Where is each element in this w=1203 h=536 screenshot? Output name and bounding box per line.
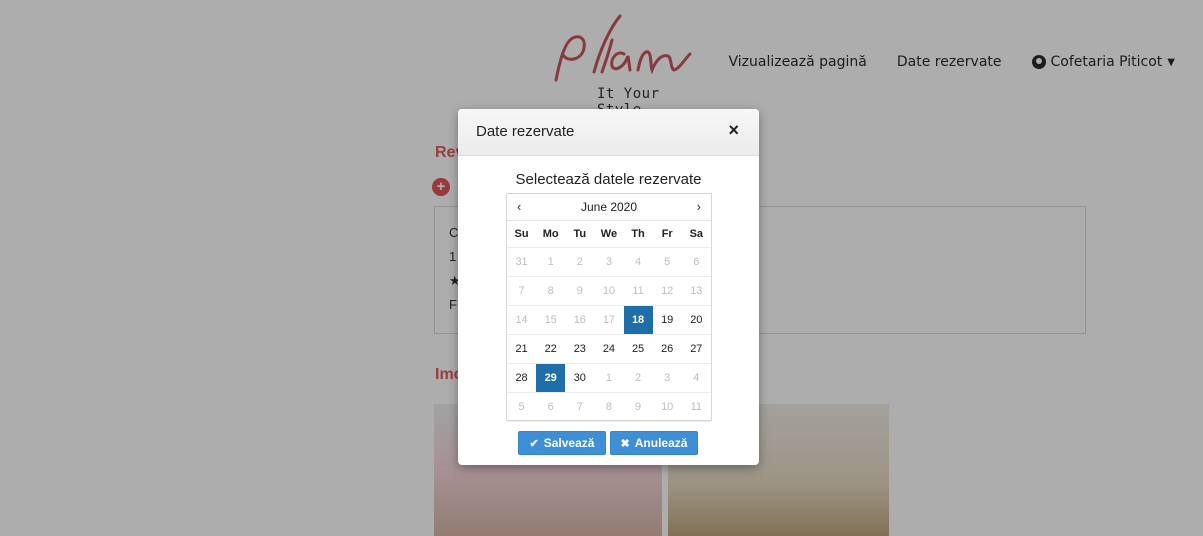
weekday-label: Sa: [689, 228, 704, 240]
weekday-label: Su: [514, 228, 529, 240]
modal-title: Date rezervate: [476, 123, 575, 140]
calendar-day[interactable]: 4: [682, 364, 711, 392]
weekday-label: Th: [631, 228, 645, 240]
calendar-day[interactable]: 31: [507, 248, 536, 276]
calendar-day[interactable]: 13: [682, 277, 711, 305]
calendar-week-row: 28 29 30 1 2 3 4: [507, 364, 711, 393]
calendar-day[interactable]: 6: [682, 248, 711, 276]
check-icon: ✔: [529, 437, 539, 450]
cancel-button-label: Anulează: [634, 436, 688, 450]
calendar-day[interactable]: 1: [594, 364, 623, 392]
calendar-day[interactable]: 25: [624, 335, 653, 363]
calendar-grid: Su Mo Tu We Th Fr Sa 31 1 2 3 4 5 6 7 8 9 10 11 12 13…: [507, 221, 711, 422]
weekday-label: We: [600, 228, 618, 240]
calendar-day[interactable]: 1: [536, 248, 565, 276]
calendar-day[interactable]: 18: [623, 306, 653, 334]
calendar-day[interactable]: 20: [682, 306, 711, 334]
calendar-day[interactable]: 23: [565, 335, 594, 363]
calendar-day[interactable]: 2: [624, 364, 653, 392]
calendar-day[interactable]: 3: [653, 364, 682, 392]
calendar-day[interactable]: 24: [594, 335, 623, 363]
calendar-day[interactable]: 3: [594, 248, 623, 276]
save-button-label: Salvează: [543, 436, 595, 450]
modal-subtitle: Selectează datele rezervate: [515, 171, 702, 188]
modal-header: Date rezervate ×: [458, 109, 759, 156]
calendar-week-row: 21 22 23 24 25 26 27: [507, 335, 711, 364]
calendar-month-label[interactable]: June 2020: [507, 200, 711, 214]
close-icon: ✖: [620, 437, 630, 450]
calendar-day[interactable]: 21: [507, 335, 536, 363]
calendar-week-row: 5 6 7 8 9 10 11: [507, 393, 711, 422]
calendar-day[interactable]: 6: [536, 393, 565, 421]
calendar-day[interactable]: 9: [624, 393, 653, 421]
cancel-button[interactable]: ✖ Anulează: [610, 431, 698, 455]
calendar-week-row: 31 1 2 3 4 5 6: [507, 248, 711, 277]
weekday-label: Tu: [573, 228, 587, 240]
calendar-day[interactable]: 10: [594, 277, 623, 305]
calendar-day[interactable]: 10: [653, 393, 682, 421]
calendar-day[interactable]: 28: [507, 364, 536, 392]
date-picker: ‹ June 2020 › Su Mo Tu We Th Fr Sa 31 1 2 3…: [506, 193, 712, 422]
calendar-day[interactable]: 29: [536, 364, 566, 392]
calendar-day[interactable]: 22: [536, 335, 565, 363]
calendar-day[interactable]: 17: [594, 306, 623, 334]
calendar-day[interactable]: 11: [624, 277, 653, 305]
calendar-day[interactable]: 8: [594, 393, 623, 421]
calendar-day[interactable]: 12: [653, 277, 682, 305]
calendar-day[interactable]: 30: [565, 364, 594, 392]
next-month-icon[interactable]: ›: [697, 199, 701, 214]
calendar-day[interactable]: 2: [565, 248, 594, 276]
calendar-day[interactable]: 19: [653, 306, 682, 334]
calendar-week-row: 7 8 9 10 11 12 13: [507, 277, 711, 306]
save-button[interactable]: ✔ Salvează: [518, 431, 606, 455]
calendar-week-row: 14 15 16 17 18 19 20: [507, 306, 711, 335]
page: It Your Style Vizualizează pagină Date r…: [0, 0, 1203, 536]
calendar-day[interactable]: 5: [507, 393, 536, 421]
weekday-label: Mo: [542, 228, 559, 240]
calendar-day[interactable]: 11: [682, 393, 711, 421]
calendar-day[interactable]: 16: [565, 306, 594, 334]
calendar-day[interactable]: 7: [507, 277, 536, 305]
calendar-weekday-row: Su Mo Tu We Th Fr Sa: [507, 221, 711, 248]
weekday-label: Fr: [661, 228, 673, 240]
calendar-header: ‹ June 2020 ›: [507, 194, 711, 221]
calendar-day[interactable]: 14: [507, 306, 536, 334]
calendar-day[interactable]: 15: [536, 306, 565, 334]
close-icon[interactable]: ×: [728, 120, 739, 141]
calendar-day[interactable]: 7: [565, 393, 594, 421]
reserved-dates-modal: Date rezervate × Selectează datele rezer…: [458, 109, 759, 465]
calendar-day[interactable]: 5: [653, 248, 682, 276]
calendar-day[interactable]: 8: [536, 277, 565, 305]
calendar-day[interactable]: 4: [624, 248, 653, 276]
calendar-day[interactable]: 9: [565, 277, 594, 305]
calendar-day[interactable]: 27: [682, 335, 711, 363]
calendar-day[interactable]: 26: [653, 335, 682, 363]
